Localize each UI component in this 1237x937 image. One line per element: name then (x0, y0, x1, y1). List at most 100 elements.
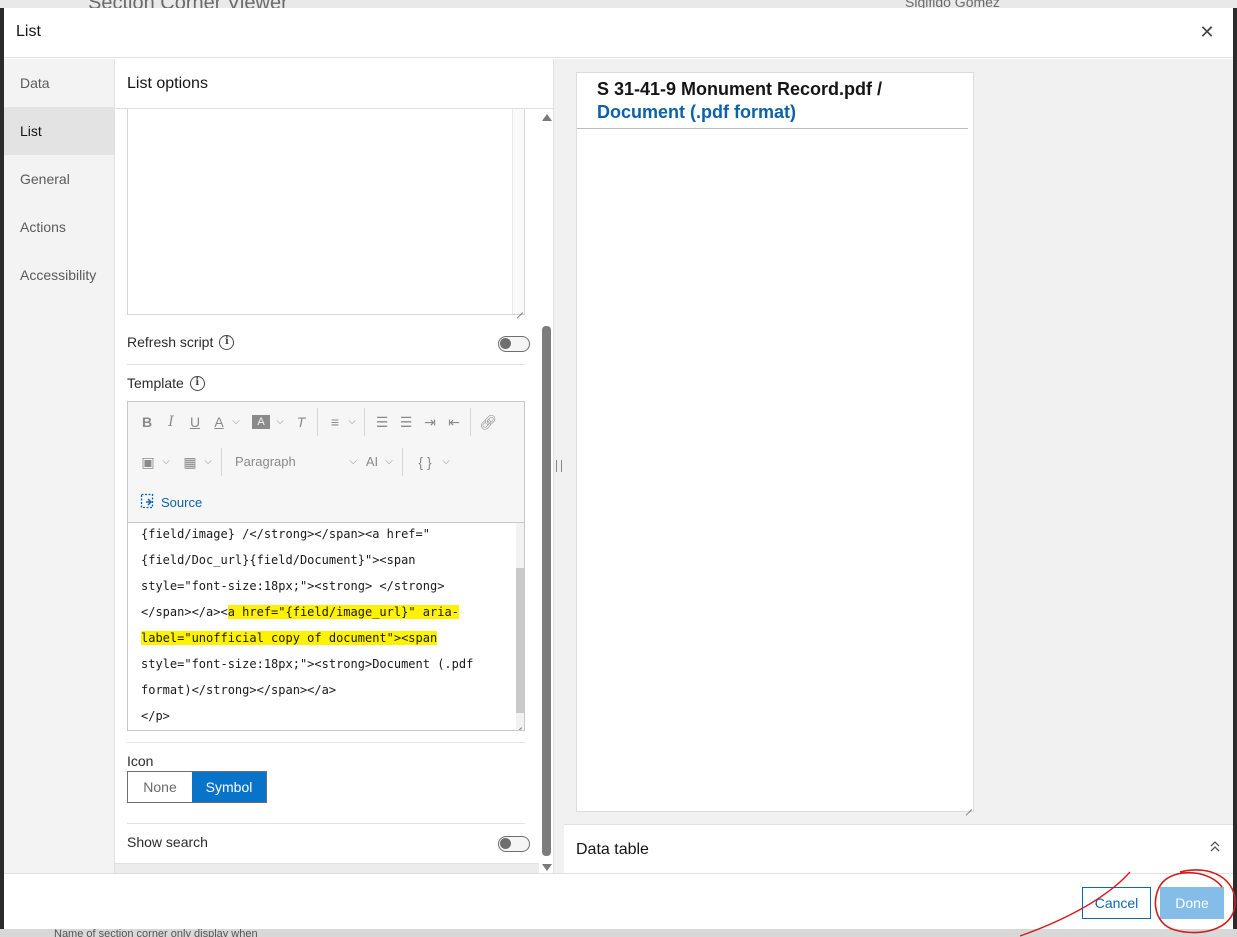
nav-item-data[interactable]: Data (4, 59, 114, 107)
info-icon[interactable]: i (189, 375, 205, 391)
dynamic-fields-icon[interactable]: { } (412, 450, 438, 474)
toolbar-separator (470, 408, 471, 436)
outdent-icon[interactable]: ⇤ (444, 410, 464, 434)
background-footer-text: Name of section corner only display when (54, 929, 258, 937)
code-line: {field/image} /</strong></span><a href=" (141, 527, 430, 541)
background-user-name: Sigifido Gomez (905, 0, 1000, 8)
italic-icon[interactable]: I (162, 410, 180, 434)
panel-scrollbar-thumb[interactable] (542, 326, 551, 856)
editor-toolbar: B I U A ⌵ A ⌵ T ≡ ⌵ ☰ ☰ ⇥ ⇤ 🔗︎ ▣ ⌵ ▦ ⌵ P… (128, 402, 524, 523)
panel-header: List options (115, 59, 553, 109)
refresh-script-toggle[interactable] (498, 336, 530, 352)
refresh-script-label: Refresh script (127, 334, 214, 350)
ai-assistant-icon[interactable]: AI (362, 450, 382, 474)
code-line: </p> (141, 709, 170, 723)
clear-format-icon[interactable]: T (292, 410, 310, 434)
code-line: style="font-size:18px;"><strong> </stron… (141, 579, 445, 593)
show-search-row: Show search (127, 834, 208, 850)
done-button[interactable]: Done (1160, 887, 1224, 919)
chevron-down-icon[interactable]: ⌵ (383, 450, 395, 474)
code-line: style="font-size:18px;"><strong>Document… (141, 657, 474, 671)
underline-icon[interactable]: U (186, 410, 204, 434)
code-line-highlighted: </span></a><a href="{field/image_url}" a… (141, 605, 459, 619)
chevron-down-icon[interactable]: ⌵ (160, 450, 172, 474)
chevron-down-icon[interactable]: ⌵ (202, 450, 214, 474)
settings-nav: Data List General Actions Accessibility (4, 59, 115, 873)
font-color-icon[interactable]: A (210, 410, 228, 434)
nav-item-list[interactable]: List (4, 107, 114, 155)
toolbar-separator (317, 408, 318, 436)
code-scrollbar-thumb[interactable] (516, 568, 524, 713)
template-source-code[interactable]: {field/image} /</strong></span><a href="… (128, 523, 524, 730)
nav-item-accessibility[interactable]: Accessibility (4, 251, 114, 299)
background-header: Section Corner Viewer Sigifido Gomez (0, 0, 1237, 8)
background-color-icon[interactable]: A (252, 415, 270, 429)
indent-icon[interactable]: ⇥ (420, 410, 440, 434)
nav-item-actions[interactable]: Actions (4, 203, 114, 251)
scroll-up-arrow-icon[interactable] (542, 114, 552, 121)
preview-divider (577, 128, 968, 129)
table-icon[interactable]: ▦ (180, 450, 200, 474)
resize-handle-icon[interactable] (964, 802, 972, 810)
list-settings-dialog: List ✕ Data List General Actions Accessi… (4, 8, 1233, 929)
close-icon[interactable]: ✕ (1195, 20, 1219, 44)
toolbar-separator (221, 448, 222, 476)
insert-image-icon[interactable]: ▣ (138, 450, 158, 474)
source-label: Source (161, 494, 203, 510)
paragraph-style-select[interactable]: Paragraph ⌵ (235, 450, 357, 474)
document-link[interactable]: Document (.pdf format) (597, 102, 796, 122)
cancel-button[interactable]: Cancel (1082, 887, 1151, 919)
toolbar-row-2: ▣ ⌵ ▦ ⌵ Paragraph ⌵ AI ⌵ { } ⌵ (128, 442, 524, 482)
preview-title: S 31-41-9 Monument Record.pdf / (597, 79, 883, 99)
preview-area: S 31-41-9 Monument Record.pdf / Document… (554, 59, 1233, 873)
source-button[interactable]: Source (140, 491, 202, 513)
chevron-down-icon: ⌵ (349, 456, 357, 467)
align-icon[interactable]: ≡ (326, 410, 344, 434)
script-textarea[interactable] (127, 109, 525, 315)
resize-handle-icon[interactable] (514, 720, 522, 728)
chevron-down-icon[interactable]: ⌵ (440, 450, 452, 474)
divider (127, 823, 525, 824)
bold-icon[interactable]: B (138, 410, 156, 434)
show-search-label: Show search (127, 834, 208, 850)
highlighted-text: a href="{field/image_url}" aria- (227, 605, 459, 619)
panel-scrollbar[interactable] (539, 109, 553, 873)
panel-splitter-handle[interactable] (556, 460, 562, 472)
script-scrollbar[interactable] (512, 109, 524, 314)
panel-title: List options (127, 75, 208, 92)
icon-label: Icon (127, 753, 154, 769)
link-icon[interactable]: 🔗︎ (478, 410, 498, 434)
background-app-title: Section Corner Viewer (88, 0, 288, 8)
nav-item-general[interactable]: General (4, 155, 114, 203)
numbered-list-icon[interactable]: ☰ (396, 410, 416, 434)
code-scrollbar[interactable] (516, 523, 524, 730)
dialog-header: List ✕ (4, 8, 1233, 58)
dialog-title: List (16, 23, 41, 40)
template-editor: B I U A ⌵ A ⌵ T ≡ ⌵ ☰ ☰ ⇥ ⇤ 🔗︎ ▣ ⌵ ▦ ⌵ P… (127, 401, 525, 731)
code-line-highlighted: label="unofficial copy of document"><spa… (141, 631, 438, 645)
template-row: Template i (127, 375, 205, 391)
chevron-down-icon[interactable]: ⌵ (274, 410, 286, 434)
scroll-down-arrow-icon[interactable] (542, 864, 552, 871)
divider (127, 364, 525, 365)
list-options-panel: List options Refresh script i Template i… (115, 59, 554, 873)
code-line: {field/Doc_url}{field/Document}"><span (141, 553, 416, 567)
refresh-script-row: Refresh script i (127, 334, 235, 350)
bulleted-list-icon[interactable]: ☰ (372, 410, 392, 434)
chevron-down-icon[interactable]: ⌵ (346, 410, 358, 434)
toolbar-row-1: B I U A ⌵ A ⌵ T ≡ ⌵ ☰ ☰ ⇥ ⇤ 🔗︎ (128, 402, 524, 442)
chevrons-up-icon[interactable] (1209, 839, 1221, 856)
icon-option-none[interactable]: None (128, 772, 192, 802)
panel-footer (115, 863, 539, 873)
info-icon[interactable]: i (219, 334, 235, 350)
resize-handle-icon[interactable] (515, 305, 523, 313)
preview-heading: S 31-41-9 Monument Record.pdf / Document… (597, 78, 967, 124)
icon-option-symbol[interactable]: Symbol (192, 772, 266, 802)
chevron-down-icon[interactable]: ⌵ (230, 410, 242, 434)
show-search-toggle[interactable] (498, 836, 530, 852)
icon-row: Icon (127, 753, 153, 769)
toolbar-separator (402, 448, 403, 476)
code-line: format)</strong></span></a> (141, 683, 337, 697)
data-table-panel[interactable]: Data table (564, 824, 1233, 873)
toolbar-separator (364, 408, 365, 436)
